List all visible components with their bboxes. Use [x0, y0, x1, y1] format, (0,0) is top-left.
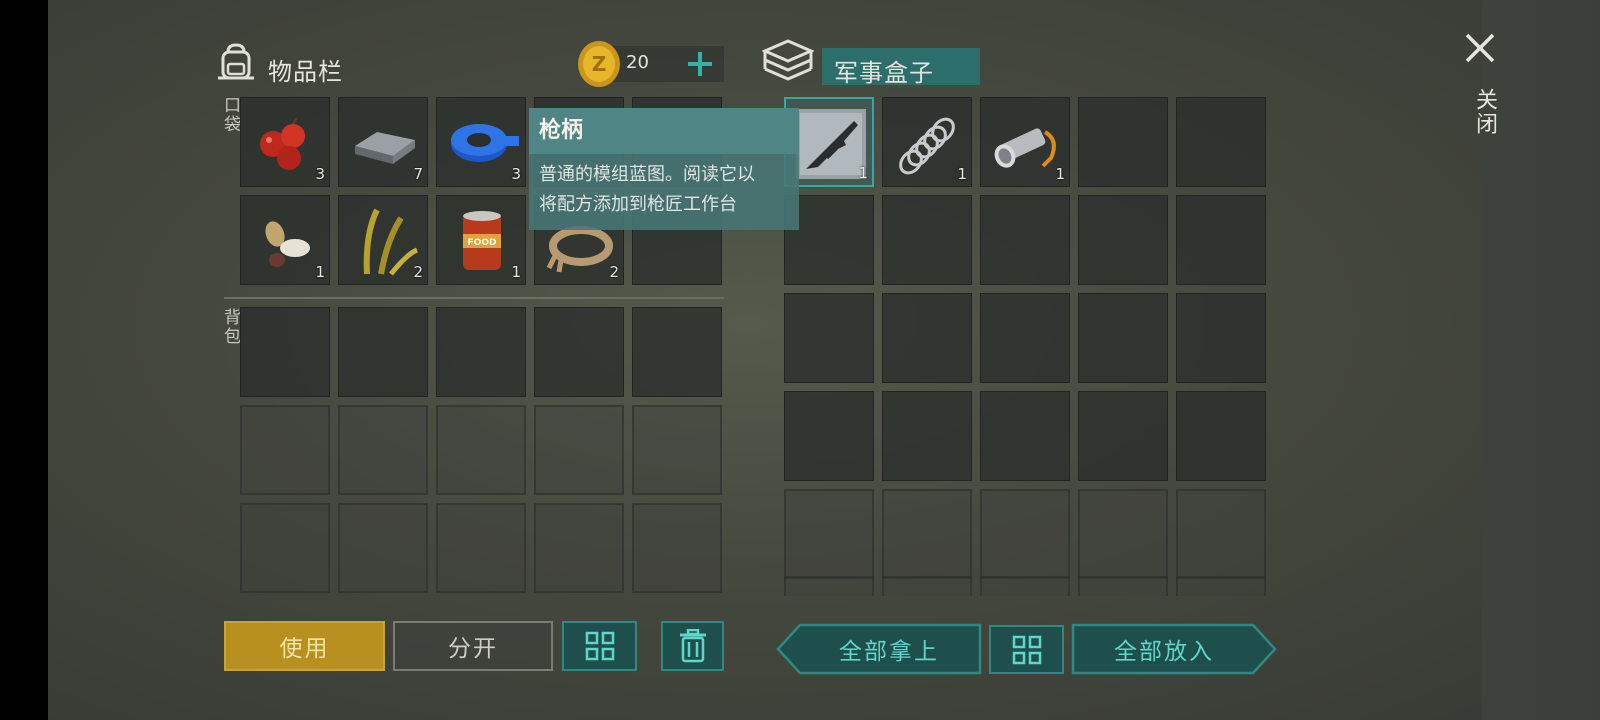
backpack-slot-locked — [534, 405, 624, 495]
backpack-slot[interactable] — [338, 307, 428, 397]
rifle-blueprint-icon — [796, 109, 866, 179]
close-label[interactable]: 关闭 — [1468, 88, 1500, 136]
backpack-slot-locked — [436, 503, 526, 593]
berries-icon — [260, 117, 305, 170]
backpack-slot-locked — [632, 503, 722, 593]
backpack-icon — [218, 43, 254, 80]
backpack-slot[interactable] — [632, 307, 722, 397]
container-grid: 1 1 1 — [784, 97, 1266, 579]
container-slot[interactable] — [882, 391, 972, 481]
container-title-bar: 军事盒子 — [822, 48, 980, 87]
container-slot-locked — [882, 489, 972, 579]
take-all-button[interactable]: 全部拿上 — [796, 623, 982, 675]
container-slot-locked — [1176, 576, 1266, 596]
grid-sort-icon — [1012, 635, 1041, 664]
item-quantity: 3 — [511, 165, 521, 183]
container-slot-locked — [1176, 489, 1266, 579]
grid-sort-icon — [585, 631, 614, 661]
backpack-slot[interactable] — [436, 307, 526, 397]
container-slot[interactable] — [882, 293, 972, 383]
item-quantity: 1 — [511, 263, 521, 281]
backpack-slot-locked — [436, 405, 526, 495]
container-scroll-overflow[interactable] — [784, 576, 1274, 596]
backpack-grid — [240, 307, 722, 593]
inventory-slot[interactable]: FOOD 1 — [436, 195, 526, 285]
sort-inventory-button[interactable] — [562, 621, 637, 671]
backpack-slot-locked — [240, 405, 330, 495]
container-slot[interactable] — [784, 293, 874, 383]
tooltip-description: 普通的模组蓝图。阅读它以 将配方添加到枪匠工作台 — [529, 154, 799, 226]
item-quantity: 1 — [315, 263, 325, 281]
container-slot[interactable] — [1176, 195, 1266, 285]
inventory-slot[interactable]: 7 — [338, 97, 428, 187]
backpack-slot[interactable] — [534, 307, 624, 397]
backpack-slot[interactable] — [240, 307, 330, 397]
container-slot[interactable] — [980, 293, 1070, 383]
container-slot[interactable] — [882, 195, 972, 285]
plant-fiber-icon — [363, 208, 419, 276]
item-quantity: 1 — [858, 164, 868, 182]
blue-tape-icon — [451, 124, 519, 162]
container-slot[interactable]: 1 — [980, 97, 1070, 187]
item-quantity: 7 — [413, 165, 423, 183]
container-slot-locked — [980, 489, 1070, 579]
split-button[interactable]: 分开 — [393, 621, 553, 671]
container-slot[interactable] — [1078, 293, 1168, 383]
metal-ingot-icon — [355, 132, 415, 164]
sort-container-button[interactable] — [989, 625, 1064, 674]
container-slot-locked — [1078, 489, 1168, 579]
container-slot[interactable] — [784, 391, 874, 481]
backpack-slot-locked — [632, 405, 722, 495]
inventory-slot[interactable]: 3 — [240, 97, 330, 187]
item-quantity: 1 — [1055, 165, 1065, 183]
trash-icon — [679, 629, 706, 663]
item-quantity: 3 — [315, 165, 325, 183]
container-slot[interactable] — [1078, 97, 1168, 187]
backpack-slot-locked — [338, 503, 428, 593]
item-tooltip: 枪柄 普通的模组蓝图。阅读它以 将配方添加到枪匠工作台 — [529, 108, 799, 230]
container-slot-locked — [1078, 576, 1168, 596]
container-slot-locked — [882, 576, 972, 596]
item-quantity: 1 — [957, 165, 967, 183]
item-quantity: 2 — [413, 263, 423, 281]
tooltip-title: 枪柄 — [529, 108, 799, 154]
coin-icon: Z — [578, 41, 620, 87]
container-slot[interactable] — [1176, 391, 1266, 481]
svg-text:Z: Z — [592, 52, 607, 76]
backpack-slot-locked — [338, 405, 428, 495]
close-icon[interactable] — [1464, 32, 1496, 64]
container-slot[interactable] — [1078, 391, 1168, 481]
add-currency-icon[interactable] — [686, 50, 714, 78]
use-button[interactable]: 使用 — [224, 621, 385, 671]
currency-amount: 20 — [626, 52, 649, 73]
container-slot[interactable]: 1 — [882, 97, 972, 187]
item-quantity: 2 — [609, 263, 619, 281]
container-slot[interactable] — [1078, 195, 1168, 285]
container-title: 军事盒子 — [834, 59, 934, 87]
canned-food-icon: FOOD — [463, 211, 501, 270]
tooltip-description-line: 普通的模组蓝图。阅读它以 — [539, 164, 755, 185]
flashlight-icon — [994, 128, 1056, 168]
inventory-slot[interactable]: 2 — [338, 195, 428, 285]
crate-icon — [762, 39, 814, 81]
inventory-title: 物品栏 — [268, 58, 343, 86]
container-slot[interactable] — [1176, 293, 1266, 383]
spring-icon — [899, 117, 955, 175]
seeds-icon — [265, 221, 310, 267]
container-slot-locked — [784, 576, 874, 596]
container-slot[interactable] — [1176, 97, 1266, 187]
inventory-slot[interactable]: 3 — [436, 97, 526, 187]
backpack-slot-locked — [534, 503, 624, 593]
section-divider — [224, 297, 724, 299]
container-slot-locked — [980, 576, 1070, 596]
tooltip-description-line: 将配方添加到枪匠工作台 — [539, 194, 737, 215]
svg-text:FOOD: FOOD — [468, 238, 497, 248]
container-slot-locked — [784, 489, 874, 579]
container-slot[interactable] — [980, 391, 1070, 481]
put-all-button[interactable]: 全部放入 — [1071, 623, 1257, 675]
backpack-slot-locked — [240, 503, 330, 593]
inventory-slot[interactable]: 1 — [240, 195, 330, 285]
container-slot[interactable] — [980, 195, 1070, 285]
delete-button[interactable] — [661, 621, 724, 671]
